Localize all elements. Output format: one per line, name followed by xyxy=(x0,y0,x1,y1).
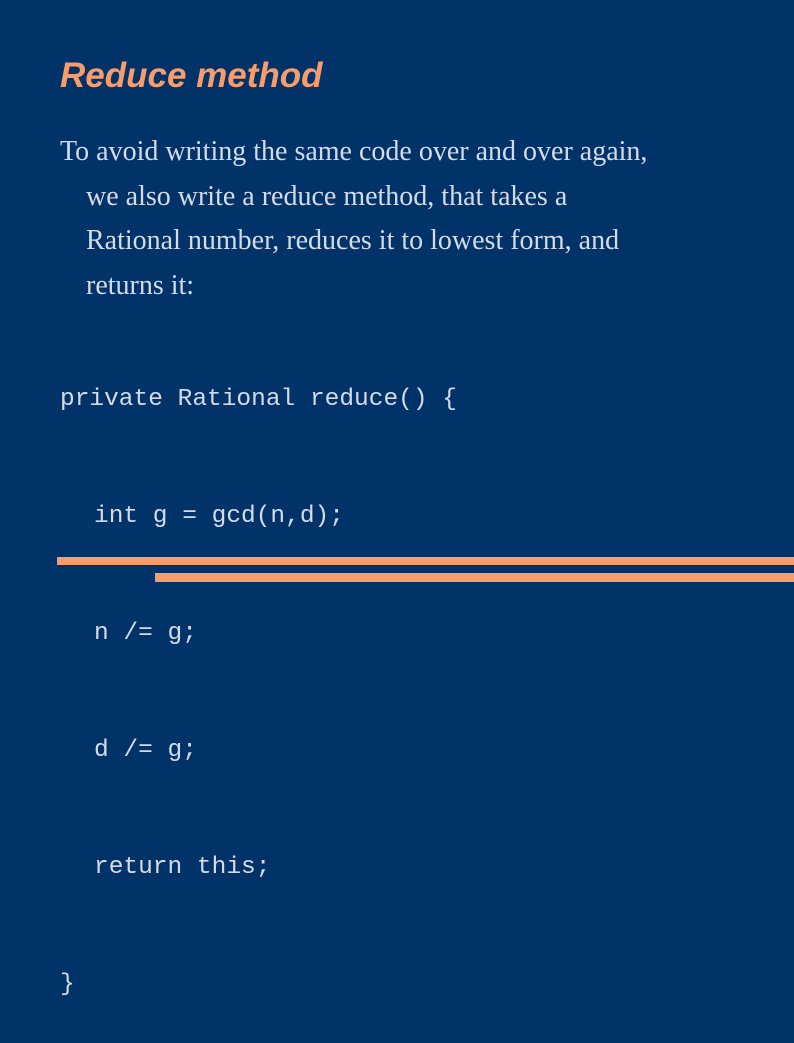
paragraph-line: To avoid writing the same code over and … xyxy=(60,136,648,167)
paragraph-line: we also write a reduce method, that take… xyxy=(86,180,568,212)
paragraph-line: Rational number, reduces it to lowest fo… xyxy=(86,225,620,256)
code-line: n /= g; xyxy=(94,620,197,647)
decorative-bar-lower xyxy=(155,573,794,582)
body-paragraph: To avoid writing the same code over and … xyxy=(60,130,760,308)
decorative-bar-upper xyxy=(57,557,794,565)
code-line: int g = gcd(n,d); xyxy=(94,503,344,530)
code-line: private Rational reduce() { xyxy=(60,386,457,413)
code-block: private Rational reduce() { int g = gcd(… xyxy=(60,302,457,1043)
slide-title: Reduce method xyxy=(60,56,323,95)
code-line: } xyxy=(60,971,75,998)
code-line: return this; xyxy=(94,854,271,881)
code-line: d /= g; xyxy=(94,737,197,764)
